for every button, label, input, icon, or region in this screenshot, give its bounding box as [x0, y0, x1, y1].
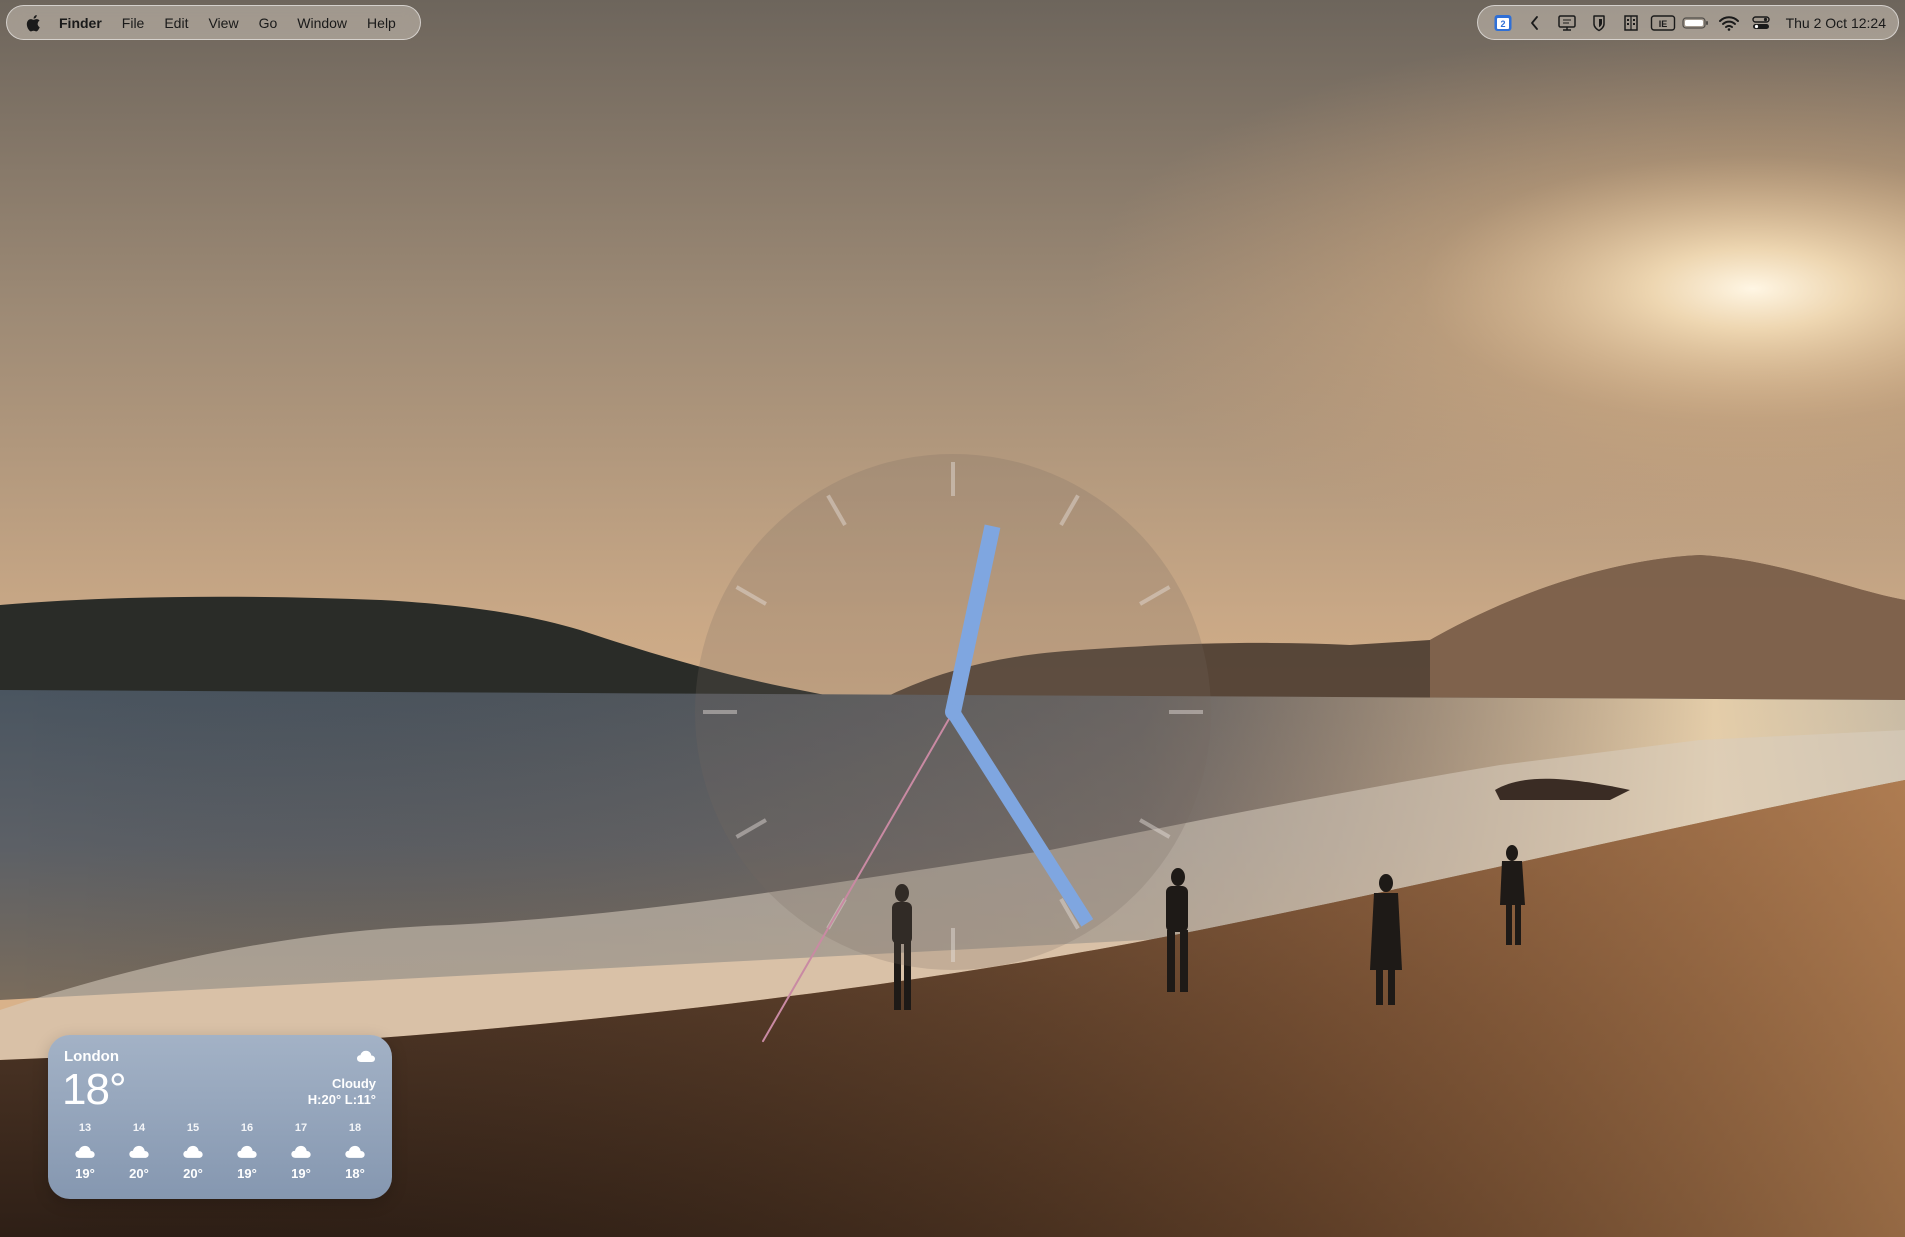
cloud-icon: [236, 1138, 258, 1164]
control-center-icon[interactable]: [1748, 5, 1774, 40]
weather-current-temperature: 18°: [62, 1065, 127, 1114]
forecast-hour-label: 14: [132, 1122, 146, 1134]
menu-bar-left: Finder File Edit View Go Window Help: [6, 5, 421, 40]
menu-finder[interactable]: Finder: [49, 5, 112, 40]
building-icon[interactable]: [1618, 5, 1644, 40]
svg-text:IE: IE: [1658, 19, 1667, 29]
cloud-icon: [290, 1138, 312, 1164]
forecast-hour-label: 15: [186, 1122, 200, 1134]
forecast-hour: 17 19°: [274, 1122, 328, 1181]
menu-file[interactable]: File: [112, 5, 155, 40]
menu-window[interactable]: Window: [287, 5, 357, 40]
forecast-temp: 20°: [183, 1166, 203, 1181]
chevron-left-icon[interactable]: [1522, 5, 1548, 40]
weather-city: London: [64, 1048, 119, 1065]
shield-icon[interactable]: [1586, 5, 1612, 40]
cloud-icon: [356, 1049, 376, 1068]
cloud-icon: [182, 1138, 204, 1164]
menu-help[interactable]: Help: [357, 5, 406, 40]
menu-bar-status-area: 2 IE Thu 2 Oct 12:24: [1476, 5, 1899, 40]
forecast-temp: 18°: [345, 1166, 365, 1181]
forecast-hour: 18 18°: [328, 1122, 382, 1181]
weather-high-low: H:20° L:11°: [307, 1092, 376, 1107]
wifi-icon[interactable]: [1716, 5, 1742, 40]
menu-edit[interactable]: Edit: [154, 5, 198, 40]
forecast-temp: 19°: [291, 1166, 311, 1181]
weather-widget[interactable]: London 18° Cloudy H:20° L:11° 13 19° 14 …: [48, 1035, 392, 1199]
cloud-icon: [74, 1138, 96, 1164]
forecast-hour-label: 13: [78, 1122, 92, 1134]
forecast-hour-label: 17: [294, 1122, 308, 1134]
forecast-hour: 15 20°: [166, 1122, 220, 1181]
keyboard-input-icon[interactable]: IE: [1650, 5, 1676, 40]
forecast-hour-label: 16: [240, 1122, 254, 1134]
cloud-icon: [344, 1138, 366, 1164]
forecast-temp: 19°: [237, 1166, 257, 1181]
apple-logo-icon[interactable]: [19, 5, 49, 40]
forecast-hour: 16 19°: [220, 1122, 274, 1181]
weather-hourly-forecast: 13 19° 14 20° 15 20° 16 19° 17 19° 18 18…: [58, 1122, 382, 1181]
svg-text:2: 2: [1500, 19, 1505, 29]
cloud-icon: [128, 1138, 150, 1164]
forecast-hour-label: 18: [348, 1122, 362, 1134]
menu-view[interactable]: View: [198, 5, 248, 40]
calendar-badge-icon[interactable]: 2: [1490, 5, 1516, 40]
forecast-temp: 20°: [129, 1166, 149, 1181]
forecast-hour: 14 20°: [112, 1122, 166, 1181]
menu-go[interactable]: Go: [249, 5, 288, 40]
display-icon[interactable]: [1554, 5, 1580, 40]
menu-bar-date-time[interactable]: Thu 2 Oct 12:24: [1780, 15, 1886, 31]
forecast-temp: 19°: [75, 1166, 95, 1181]
battery-icon[interactable]: [1681, 5, 1710, 40]
weather-condition: Cloudy: [331, 1076, 376, 1091]
forecast-hour: 13 19°: [58, 1122, 112, 1181]
